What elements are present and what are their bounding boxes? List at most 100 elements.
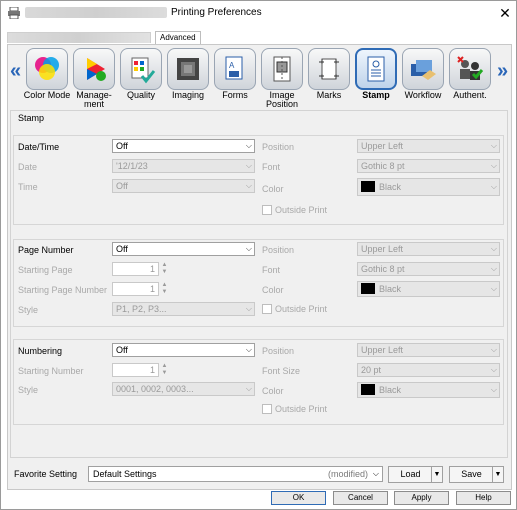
management-icon xyxy=(73,48,115,90)
date-value: '12/1/23 xyxy=(116,161,148,171)
stamp-icon xyxy=(355,48,397,90)
category-color-mode[interactable]: Color Mode xyxy=(24,48,70,106)
load-split-button[interactable]: Load ▼ xyxy=(388,466,443,483)
page-number-select[interactable]: Off ⌵ xyxy=(112,242,255,256)
date-select[interactable]: '12/1/23 ⌵ xyxy=(112,159,255,173)
page-color-value: Black xyxy=(379,284,402,294)
chevron-down-icon: ⌵ xyxy=(490,141,497,150)
numbering-position-select[interactable]: Upper Left ⌵ xyxy=(357,343,500,357)
starting-number-label: Starting Number xyxy=(18,366,84,376)
spin-arrows-icon[interactable]: ▲ ▼ xyxy=(160,262,169,276)
category-label: Imaging xyxy=(171,90,205,100)
chevron-down-icon: ⌵ xyxy=(490,284,497,293)
category-label: Manage- ment xyxy=(76,90,112,109)
numbering-position-value: Upper Left xyxy=(361,345,404,355)
category-marks[interactable]: Marks xyxy=(306,48,352,106)
datetime-font-label: Font xyxy=(262,162,281,172)
datetime-select[interactable]: Off ⌵ xyxy=(112,139,255,153)
category-label: Quality xyxy=(126,90,155,100)
numbering-color-select[interactable]: Black ⌵ xyxy=(357,382,500,398)
datetime-font-select[interactable]: Gothic 8 pt ⌵ xyxy=(357,159,500,173)
category-label: Authent. xyxy=(453,90,487,100)
save-button[interactable]: Save xyxy=(450,467,493,482)
checkbox-label: Outside Print xyxy=(275,205,328,215)
favorite-setting-label: Favorite Setting xyxy=(14,469,78,479)
starting-page-number-value[interactable]: 1 xyxy=(112,282,159,296)
cancel-button[interactable]: Cancel xyxy=(333,491,388,505)
numbering-value: Off xyxy=(116,345,128,355)
numbering-position-label: Position xyxy=(262,346,295,356)
page-style-label: Style xyxy=(18,305,39,315)
category-authentication[interactable]: Authent. xyxy=(447,48,493,106)
spin-arrows-icon[interactable]: ▲ ▼ xyxy=(160,282,169,296)
page-font-select[interactable]: Gothic 8 pt ⌵ xyxy=(357,262,500,276)
category-label: Forms xyxy=(222,90,248,100)
tab-redacted[interactable] xyxy=(7,32,151,43)
close-icon[interactable]: ✕ xyxy=(495,3,515,23)
spin-arrows-icon[interactable]: ▲ ▼ xyxy=(160,363,169,377)
ok-button[interactable]: OK xyxy=(271,491,326,505)
load-button[interactable]: Load xyxy=(389,467,432,482)
numbering-color-label: Color xyxy=(262,386,284,396)
chevron-down-icon: ⌵ xyxy=(245,244,252,253)
tab-advanced[interactable]: Advanced xyxy=(155,31,201,44)
date-label: Date xyxy=(18,162,38,172)
numbering-select[interactable]: Off ⌵ xyxy=(112,343,255,357)
category-quality[interactable]: Quality xyxy=(118,48,164,106)
page-color-label: Color xyxy=(262,285,284,295)
time-select[interactable]: Off ⌵ xyxy=(112,179,255,193)
page-position-label: Position xyxy=(262,245,295,255)
chevron-down-icon: ⌵ xyxy=(490,264,497,273)
page-style-value: P1, P2, P3... xyxy=(116,304,167,314)
help-button[interactable]: Help xyxy=(456,491,511,505)
marks-icon xyxy=(308,48,350,90)
datetime-color-select[interactable]: Black ⌵ xyxy=(357,178,500,196)
save-dropdown-icon[interactable]: ▼ xyxy=(492,467,503,482)
starting-page-number-label: Starting Page Number xyxy=(18,285,108,295)
numbering-style-label: Style xyxy=(18,385,39,395)
datetime-color-value: Black xyxy=(379,182,402,192)
favorite-setting-select[interactable]: Default Settings (modified) ⌵ xyxy=(88,466,383,482)
checkbox-box xyxy=(262,204,272,215)
chevron-down-icon: ⌵ xyxy=(490,244,497,253)
datetime-value: Off xyxy=(116,141,128,151)
save-split-button[interactable]: Save ▼ xyxy=(449,466,504,483)
font-size-select[interactable]: 20 pt ⌵ xyxy=(357,363,500,377)
checkbox-label: Outside Print xyxy=(275,404,328,414)
page-position-select[interactable]: Upper Left ⌵ xyxy=(357,242,500,256)
scroll-left-arrow-icon[interactable]: « xyxy=(10,61,22,81)
printer-icon xyxy=(8,7,20,19)
color-swatch xyxy=(361,181,375,193)
scroll-right-arrow-icon[interactable]: » xyxy=(497,61,509,81)
datetime-position-label: Position xyxy=(262,142,295,152)
chevron-down-icon: ⌵ xyxy=(490,385,497,394)
apply-button[interactable]: Apply xyxy=(394,491,449,505)
favorite-setting-value: Default Settings xyxy=(93,469,157,479)
load-dropdown-icon[interactable]: ▼ xyxy=(431,467,442,482)
starting-page-value[interactable]: 1 xyxy=(112,262,159,276)
svg-text:A: A xyxy=(229,61,235,70)
category-imaging[interactable]: Imaging xyxy=(165,48,211,106)
page-font-label: Font xyxy=(262,265,281,275)
category-label: Workflow xyxy=(404,90,442,100)
datetime-outside-print-checkbox[interactable]: Outside Print xyxy=(262,204,328,215)
category-forms[interactable]: A Forms xyxy=(212,48,258,106)
quality-icon xyxy=(120,48,162,90)
category-workflow[interactable]: Workflow xyxy=(400,48,446,106)
page-style-select[interactable]: P1, P2, P3... ⌵ xyxy=(112,302,255,316)
page-outside-print-checkbox[interactable]: Outside Print xyxy=(262,303,328,314)
printing-preferences-window: Printing Preferences ✕ Advanced « » Colo… xyxy=(0,0,517,510)
numbering-outside-print-checkbox[interactable]: Outside Print xyxy=(262,403,328,414)
checkbox-box xyxy=(262,303,272,314)
datetime-font-value: Gothic 8 pt xyxy=(361,161,405,171)
category-image-position[interactable]: Image Position xyxy=(259,48,305,109)
numbering-style-select[interactable]: 0001, 0002, 0003... ⌵ xyxy=(112,382,255,396)
datetime-position-select[interactable]: Upper Left ⌵ xyxy=(357,139,500,153)
category-stamp[interactable]: Stamp xyxy=(353,48,399,106)
checkbox-label: Outside Print xyxy=(275,304,328,314)
chevron-down-icon: ⌵ xyxy=(490,182,497,191)
category-management[interactable]: Manage- ment xyxy=(71,48,117,109)
category-label: Marks xyxy=(316,90,342,100)
page-color-select[interactable]: Black ⌵ xyxy=(357,281,500,297)
starting-number-value[interactable]: 1 xyxy=(112,363,159,377)
